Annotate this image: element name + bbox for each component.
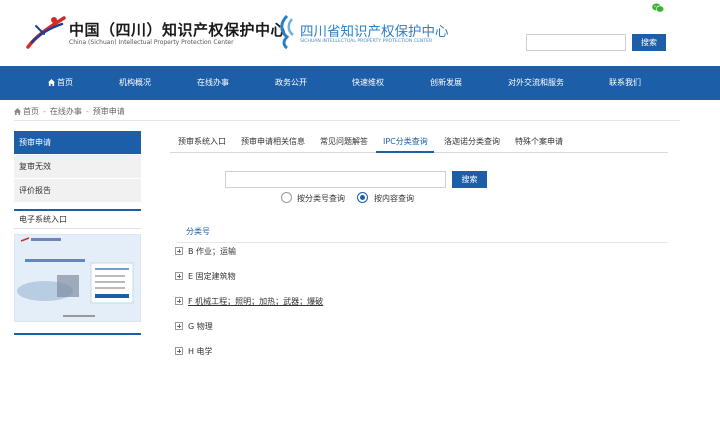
e-system-section-title: 电子系统入口 [19,215,67,224]
divider [14,228,141,229]
active-tab-indicator [376,151,434,153]
org1-title: 中国（四川）知识产权保护中心 [69,21,287,39]
sidebar-item-reexamination[interactable]: 复审无效 [14,155,141,178]
wechat-icon[interactable] [652,3,664,13]
classification-item-b[interactable]: B 作业；运输 [175,246,236,258]
classification-item-g[interactable]: G 物理 [175,321,213,333]
divider [14,120,680,121]
sidebar: 预审申请 复审无效 评价报告 [14,131,141,203]
radio-by-class-number[interactable] [281,192,292,203]
nav-item-about[interactable]: 机构概况 [119,66,151,100]
breadcrumb-online-services[interactable]: 在线办事 [50,107,82,116]
org2-title: 四川省知识产权保护中心 [300,24,449,40]
classification-item-label[interactable]: E 固定建筑物 [188,272,236,281]
expand-plus-icon[interactable] [175,272,183,280]
e-system-screenshot-icon [15,235,140,321]
breadcrumb: 首页 - 在线办事 - 预审申请 [14,106,125,117]
tab-bar: 预审系统入口 预审申请相关信息 常见问题解答 IPC分类查询 洛迦诺分类查询 特… [170,131,668,153]
nav-item-exchange[interactable]: 对外交流和服务 [508,66,564,100]
classification-item-f[interactable]: F 机械工程；照明；加热；武器；爆破 [175,296,323,308]
sidebar-item-evaluation-report[interactable]: 评价报告 [14,179,141,202]
site-search-input[interactable] [526,34,626,51]
divider [14,333,141,335]
classification-item-label[interactable]: G 物理 [188,322,213,331]
radio-label-by-class-number[interactable]: 按分类号查询 [297,193,345,204]
home-icon [14,108,21,115]
e-system-entry-image[interactable] [14,234,141,322]
main-nav: 首页 机构概况 在线办事 政务公开 快速维权 创新发展 对外交流和服务 联系我们 [0,66,720,100]
expand-plus-icon[interactable] [175,347,183,355]
breadcrumb-current: 预审申请 [92,107,125,116]
sidebar-item-pre-examination[interactable]: 预审申请 [14,131,141,154]
ipc-search-button[interactable]: 搜索 [452,171,487,188]
nav-item-label: 首页 [57,78,73,87]
expand-plus-icon[interactable] [175,247,183,255]
classification-item-h[interactable]: H 电学 [175,346,213,358]
breadcrumb-separator: - [43,107,46,116]
org2-subtitle: SICHUAN INTELLECTUAL PROPERTY PROTECTION… [300,39,433,44]
breadcrumb-separator: - [85,107,89,116]
nav-item-innovation[interactable]: 创新发展 [430,66,462,100]
radio-by-content[interactable] [357,192,368,203]
classification-header: 分类号 [186,227,210,236]
divider [176,242,668,243]
nav-item-contact[interactable]: 联系我们 [609,66,641,100]
tab-faq[interactable]: 常见问题解答 [320,131,368,153]
site-search-button[interactable]: 搜索 [632,34,666,51]
nav-item-online-services[interactable]: 在线办事 [197,66,229,100]
classification-item-label[interactable]: F 机械工程；照明；加热；武器；爆破 [188,297,323,306]
nav-item-rights-protection[interactable]: 快速维权 [352,66,384,100]
classification-item-label[interactable]: B 作业；运输 [188,247,236,256]
divider [14,209,141,211]
org2-logo-icon[interactable] [278,15,296,49]
tab-special-case[interactable]: 特殊个案申请 [515,131,563,153]
home-icon [48,79,55,86]
tab-locarno-search[interactable]: 洛迦诺分类查询 [444,131,500,153]
expand-plus-icon[interactable] [175,297,183,305]
classification-item-e[interactable]: E 固定建筑物 [175,271,236,283]
radio-label-by-content[interactable]: 按内容查询 [374,193,414,204]
tab-pre-exam-info[interactable]: 预审申请相关信息 [241,131,305,153]
ipc-search-input[interactable] [225,171,446,188]
nav-item-public-affairs[interactable]: 政务公开 [275,66,307,100]
org-logo-icon[interactable] [26,14,66,50]
tab-ipc-search[interactable]: IPC分类查询 [383,131,428,153]
breadcrumb-home[interactable]: 首页 [23,107,39,116]
org1-subtitle: China (Sichuan) Intellectual Property Pr… [69,39,234,46]
tab-pre-exam-system[interactable]: 预审系统入口 [178,131,226,153]
classification-item-label[interactable]: H 电学 [188,347,213,356]
nav-item-home[interactable]: 首页 [48,66,73,100]
header: 中国（四川）知识产权保护中心 China (Sichuan) Intellect… [0,0,720,66]
expand-plus-icon[interactable] [175,322,183,330]
